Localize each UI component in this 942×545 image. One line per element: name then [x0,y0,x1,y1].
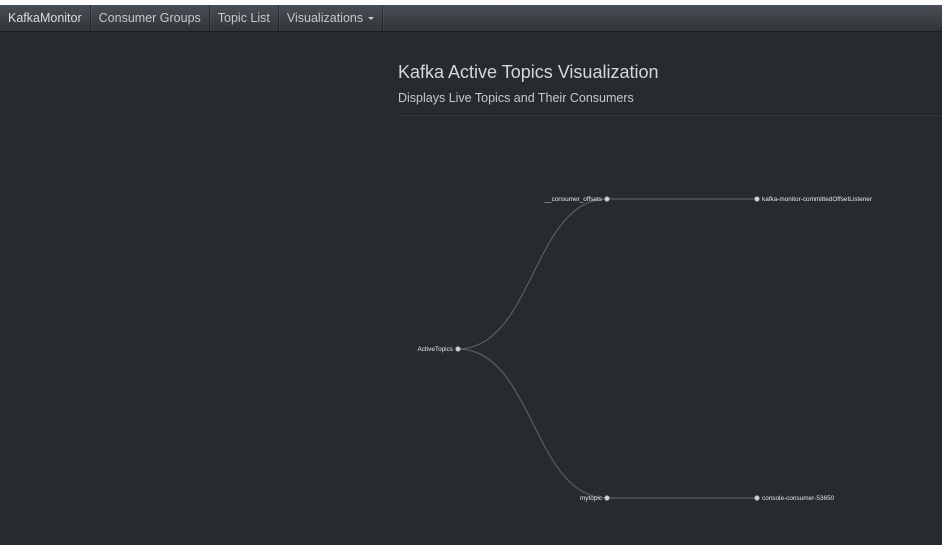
topics-tree: ActiveTopics __consumer_offsets mytopic … [417,196,873,502]
tree-node-root[interactable]: ActiveTopics [417,346,461,353]
app-window: KafkaMonitor Consumer Groups Topic List … [0,0,942,545]
node-label-consumer: console-consumer-53650 [762,495,835,502]
node-dot [754,196,760,202]
node-dot [604,196,610,202]
node-label-topic: mytopic [580,495,603,502]
node-label-consumer: kafka-monitor-committedOffsetListener [762,196,873,203]
tree-node-topic-consumer-offsets[interactable]: __consumer_offsets [544,196,610,203]
node-dot [604,495,610,501]
node-dot [754,495,760,501]
link-root-topic-1 [457,348,608,499]
tree-node-consumer-committed-offset-listener[interactable]: kafka-monitor-committedOffsetListener [754,196,873,203]
tree-node-consumer-console[interactable]: console-consumer-53650 [754,495,835,502]
tree-node-topic-mytopic[interactable]: mytopic [580,495,610,502]
node-dot [455,346,461,352]
tree-links [457,198,757,499]
node-label-topic: __consumer_offsets [544,196,602,203]
link-root-topic-0 [457,198,608,350]
node-label-root: ActiveTopics [417,346,453,353]
